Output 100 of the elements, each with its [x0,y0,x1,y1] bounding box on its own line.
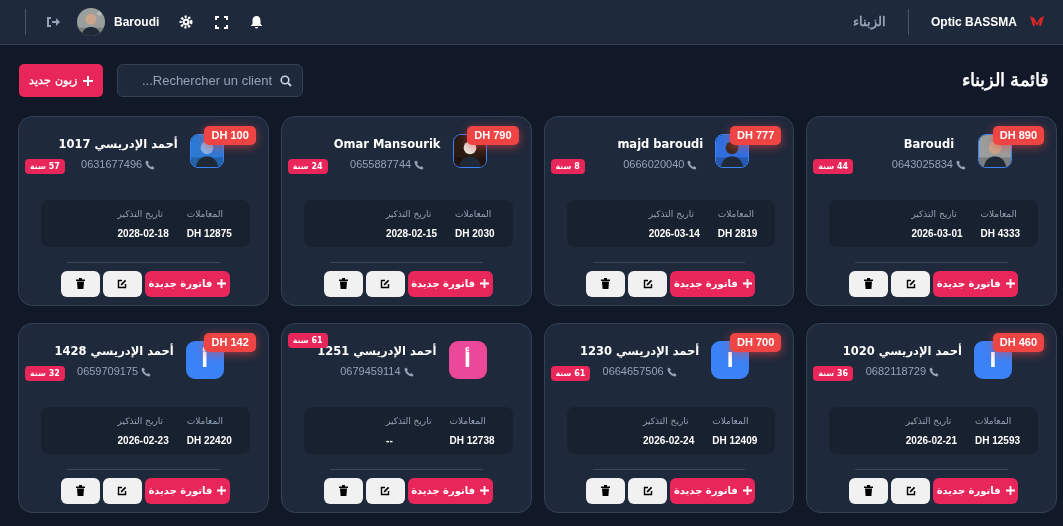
stat-label: المعاملات [712,414,749,428]
stat-label: المعاملات [186,414,223,428]
search-icon [280,74,292,87]
trash-icon [601,278,611,290]
age-badge: 61 سنة [550,366,591,381]
edit-button[interactable] [891,270,931,297]
new-invoice-button[interactable]: فاتورة جديدة [407,270,493,297]
edit-icon [117,278,128,289]
phone-icon [929,366,940,377]
search-field[interactable]: Rechercher un client... [117,64,303,97]
stat-value: DH 4333 [980,227,1020,242]
stat-value: 2026-02-23 [117,434,169,449]
logout-icon[interactable] [46,16,60,28]
phone-number: 0631677496 [81,157,143,173]
new-client-button[interactable]: زبون جديد [19,64,103,97]
balance-badge: DH 700 [729,333,782,352]
stat-value: DH 12409 [712,434,758,449]
fullscreen-icon[interactable] [215,15,229,29]
plus-icon [742,486,752,496]
delete-button[interactable] [323,270,363,297]
plus-icon [1005,279,1015,289]
client-name: أحمد الإدريسي 1017 [58,136,178,153]
balance-badge: DH 790 [467,126,519,145]
delete-button[interactable] [60,477,100,504]
balance-badge: DH 890 [992,126,1044,145]
phone-number: 0664657506 [602,364,664,380]
stat-value: 2026-02-21 [905,434,957,449]
stat-value: 2028-02-18 [117,227,169,242]
phone-icon [145,159,156,170]
balance-badge: DH 460 [992,333,1044,352]
search-input[interactable]: Rechercher un client... [128,70,272,91]
edit-icon [642,278,653,289]
stat-label: تاريخ التذكير [643,414,689,428]
trash-icon [75,485,85,497]
stat-label: المعاملات [980,207,1017,221]
new-invoice-button[interactable]: فاتورة جديدة [407,477,493,504]
delete-button[interactable] [849,270,889,297]
user-name[interactable]: Baroudi [114,13,160,31]
stat-label: تاريخ التذكير [386,414,432,428]
stat-value: -- [386,434,393,449]
new-invoice-button[interactable]: فاتورة جديدة [144,477,230,504]
client-name: majd baroudi [617,136,704,153]
edit-button[interactable] [891,477,931,504]
client-name: أحمد الإدريسي 1020 [842,343,962,360]
edit-button[interactable] [628,477,668,504]
edit-button[interactable] [365,270,405,297]
settings-icon[interactable] [179,15,194,29]
stat-label: المعاملات [186,207,223,221]
edit-button[interactable] [365,477,405,504]
trash-icon [338,485,348,497]
stat-value: 2026-02-24 [643,434,695,449]
delete-button[interactable] [849,477,889,504]
bell-icon[interactable] [250,15,264,29]
stat-value: 2026-03-14 [648,227,700,242]
plus-icon [480,279,490,289]
delete-button[interactable] [586,477,626,504]
phone-icon [414,159,425,170]
stat-value: 2028-02-15 [385,227,438,242]
phone-number: 0679459114 [340,364,401,380]
phone-number: 0655887744 [350,157,412,173]
stat-value: 2026-03-01 [911,227,963,242]
new-invoice-button[interactable]: فاتورة جديدة [670,270,756,297]
trash-icon [864,278,874,290]
stat-label: المعاملات [974,414,1012,428]
edit-button[interactable] [102,270,142,297]
delete-button[interactable] [60,270,100,297]
delete-button[interactable] [323,477,363,504]
phone-number: 0666020040 [623,157,685,173]
delete-button[interactable] [586,270,626,297]
new-invoice-button[interactable]: فاتورة جديدة [670,477,756,504]
new-invoice-button[interactable]: فاتورة جديدة [144,270,230,297]
stat-label: تاريخ التذكير [648,207,695,221]
plus-icon [82,75,93,86]
age-badge: 24 سنة [287,159,328,174]
trash-icon [338,278,348,290]
stat-label: المعاملات [455,207,492,221]
phone-icon [666,366,677,377]
age-badge: 44 سنة [813,159,854,174]
edit-icon [905,485,916,496]
section-title: الزبناء [853,13,886,32]
stat-label: المعاملات [449,414,486,428]
brand-name: Optic BASSMA [931,14,1017,31]
phone-icon [687,159,698,170]
phone-number: 0659709175 [77,364,139,380]
plus-icon [1005,486,1015,496]
age-badge: 8 سنة [550,159,585,174]
age-badge: 57 سنة [25,159,65,174]
phone-icon [403,366,414,377]
stat-label: تاريخ التذكير [117,414,163,428]
edit-button[interactable] [628,270,668,297]
new-invoice-button[interactable]: فاتورة جديدة [933,477,1019,504]
stat-value: DH 12875 [186,227,232,242]
edit-icon [380,485,391,496]
stat-value: DH 22420 [186,434,232,449]
edit-button[interactable] [102,477,142,504]
edit-icon [905,278,916,289]
stat-label: تاريخ التذكير [117,207,163,221]
trash-icon [864,485,874,497]
stat-label: تاريخ التذكير [911,207,957,221]
new-invoice-button[interactable]: فاتورة جديدة [933,270,1019,297]
